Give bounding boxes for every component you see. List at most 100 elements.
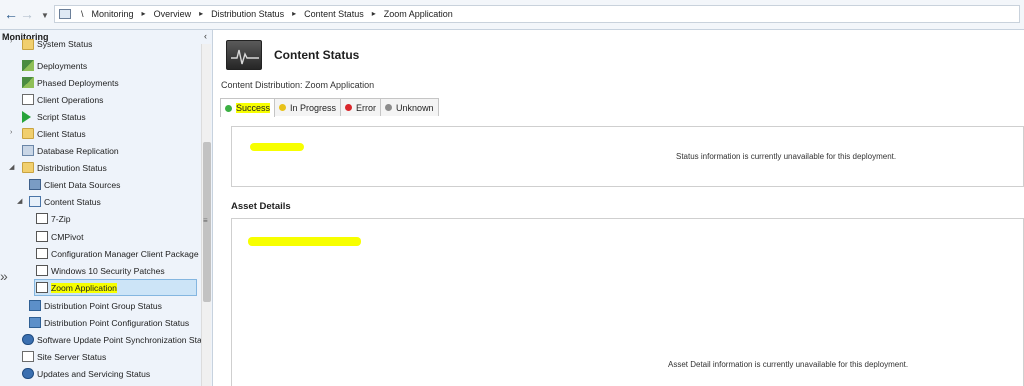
collapse-pane-icon[interactable]: ‹	[204, 31, 207, 41]
page-title: Content Status	[274, 48, 360, 62]
tree-item-7-zip[interactable]: 7-Zip	[36, 210, 71, 227]
tree-item-label: Content Status	[44, 196, 101, 207]
tab-success[interactable]: Success	[220, 98, 276, 117]
breadcrumb-separator-icon[interactable]: ▸	[199, 9, 203, 19]
tree-item-system-status[interactable]: System Status	[22, 38, 92, 50]
splitter-grip-icon[interactable]: ≡	[203, 216, 208, 225]
history-dropdown-icon[interactable]: ▼	[38, 9, 52, 23]
breadcrumb-root[interactable]: \	[81, 9, 84, 19]
status-panel	[231, 126, 1024, 187]
highlight-mark	[248, 237, 361, 246]
status-tabs: Success In Progress Error Unknown	[220, 98, 439, 117]
tab-label: Error	[356, 102, 377, 113]
tree-item-label: Site Server Status	[37, 351, 107, 362]
dp-config-icon	[29, 317, 41, 328]
tab-label: Unknown	[396, 102, 434, 113]
breadcrumb-separator-icon[interactable]: ▸	[142, 9, 146, 19]
site-server-icon	[22, 351, 34, 362]
tree-item-distribution-point-configuration-status[interactable]: Distribution Point Configuration Status	[29, 314, 189, 331]
tree-item-label: Software Update Point Synchronization St…	[37, 334, 202, 345]
tree-item-zoom-application[interactable]: Zoom Application	[34, 279, 197, 296]
unknown-dot-icon	[385, 104, 393, 111]
error-dot-icon	[345, 104, 353, 111]
forward-arrow-icon[interactable]: →	[20, 7, 34, 21]
tab-in-progress[interactable]: In Progress	[274, 98, 342, 116]
expand-icon[interactable]: ›	[10, 129, 18, 136]
tree-item-distribution-point-group-status[interactable]: Distribution Point Group Status	[29, 297, 162, 314]
tree-item-label: Zoom Application	[51, 282, 117, 293]
tree-item-client-operations[interactable]: Client Operations	[22, 91, 103, 108]
tree-item-label: Configuration Manager Client Package	[51, 248, 199, 259]
tree-item-windows-10-security-patches[interactable]: Windows 10 Security Patches	[36, 262, 165, 279]
folder-icon	[22, 162, 34, 173]
breadcrumb-item-zoom-application[interactable]: Zoom Application	[384, 9, 453, 19]
breadcrumb-separator-icon[interactable]: ▸	[372, 9, 376, 19]
tree-item-label: Distribution Point Configuration Status	[44, 317, 190, 328]
tree-item-database-replication[interactable]: Database Replication	[22, 142, 119, 159]
collapse-icon[interactable]: ◢	[17, 197, 25, 205]
tab-unknown[interactable]: Unknown	[380, 98, 439, 116]
breadcrumb-item-overview[interactable]: Overview	[154, 9, 192, 19]
tab-label: In Progress	[290, 102, 337, 113]
deployments-icon	[22, 60, 34, 71]
navigation-bar: ← → ▼ \ Monitoring ▸ Overview ▸ Distribu…	[0, 0, 1024, 30]
breadcrumb: \ Monitoring ▸ Overview ▸ Distribution S…	[81, 9, 453, 19]
asset-details-message: Asset Detail information is currently un…	[668, 360, 909, 369]
asset-details-title: Asset Details	[231, 201, 291, 212]
tree-scrollbar[interactable]: ≡	[201, 44, 211, 386]
in-progress-dot-icon	[279, 104, 287, 111]
sup-sync-icon	[22, 334, 34, 345]
phased-deployments-icon	[22, 77, 34, 88]
tree-item-software-update-point-sync[interactable]: Software Update Point Synchronization St…	[22, 331, 202, 348]
database-icon	[22, 145, 34, 156]
package-icon	[36, 248, 48, 259]
tree-item-label: Distribution Point Group Status	[44, 300, 162, 311]
success-dot-icon	[225, 104, 232, 112]
navigation-pane: Monitoring ‹ System Status › Deployments…	[0, 30, 213, 386]
breadcrumb-item-content-status[interactable]: Content Status	[304, 9, 364, 19]
tree-item-label: Deployments	[37, 60, 88, 71]
tree-item-label: Client Data Sources	[44, 179, 121, 190]
breadcrumb-item-monitoring[interactable]: Monitoring	[92, 9, 134, 19]
tree-item-deployments[interactable]: Deployments	[22, 57, 87, 74]
expand-pane-icon[interactable]: »	[0, 268, 8, 284]
tree-item-script-status[interactable]: Script Status	[22, 108, 86, 125]
breadcrumb-separator-icon[interactable]: ▸	[292, 9, 296, 19]
dp-group-icon	[29, 300, 41, 311]
console-icon	[59, 9, 71, 19]
tree-item-label: Client Status	[37, 128, 86, 139]
tree-item-label: Distribution Status	[37, 162, 107, 173]
tree-item-label: Script Status	[37, 111, 86, 122]
content-status-monitor-icon	[226, 40, 262, 70]
folder-icon	[22, 38, 34, 50]
tree-item-label: 7-Zip	[51, 213, 71, 224]
application-icon	[36, 213, 48, 224]
tree-item-phased-deployments[interactable]: Phased Deployments	[22, 74, 119, 91]
address-bar[interactable]: \ Monitoring ▸ Overview ▸ Distribution S…	[54, 5, 1020, 23]
tree-item-cmpivot[interactable]: CMPivot	[36, 228, 83, 245]
back-arrow-icon[interactable]: ←	[4, 7, 18, 21]
tree-item-label: Phased Deployments	[37, 77, 119, 88]
tree-item-client-status[interactable]: Client Status	[22, 125, 86, 142]
tree-item-updates-and-servicing-status[interactable]: Updates and Servicing Status	[22, 365, 150, 382]
content-status-view: Content Status Content Distribution: Zoo…	[214, 30, 1024, 386]
tree-item-site-server-status[interactable]: Site Server Status	[22, 348, 106, 365]
breadcrumb-item-distribution-status[interactable]: Distribution Status	[211, 9, 284, 19]
highlight-mark	[250, 143, 304, 151]
tab-label: Success	[236, 103, 271, 113]
data-sources-icon	[29, 179, 41, 190]
status-message: Status information is currently unavaila…	[676, 152, 897, 161]
tree-item-distribution-status[interactable]: Distribution Status	[22, 159, 107, 176]
expand-icon[interactable]: ›	[10, 38, 18, 45]
collapse-icon[interactable]: ◢	[9, 163, 17, 171]
tree-item-label: Updates and Servicing Status	[37, 368, 151, 379]
content-status-icon	[29, 196, 41, 207]
tree-item-configuration-manager-client-package[interactable]: Configuration Manager Client Package	[36, 245, 199, 262]
tree-item-client-data-sources[interactable]: Client Data Sources	[29, 176, 120, 193]
play-icon	[22, 110, 31, 123]
application-icon	[36, 231, 48, 242]
tree-item-label: Client Operations	[37, 94, 104, 105]
tree-item-content-status[interactable]: Content Status	[29, 193, 101, 210]
application-icon	[36, 282, 48, 293]
tab-error[interactable]: Error	[340, 98, 382, 116]
